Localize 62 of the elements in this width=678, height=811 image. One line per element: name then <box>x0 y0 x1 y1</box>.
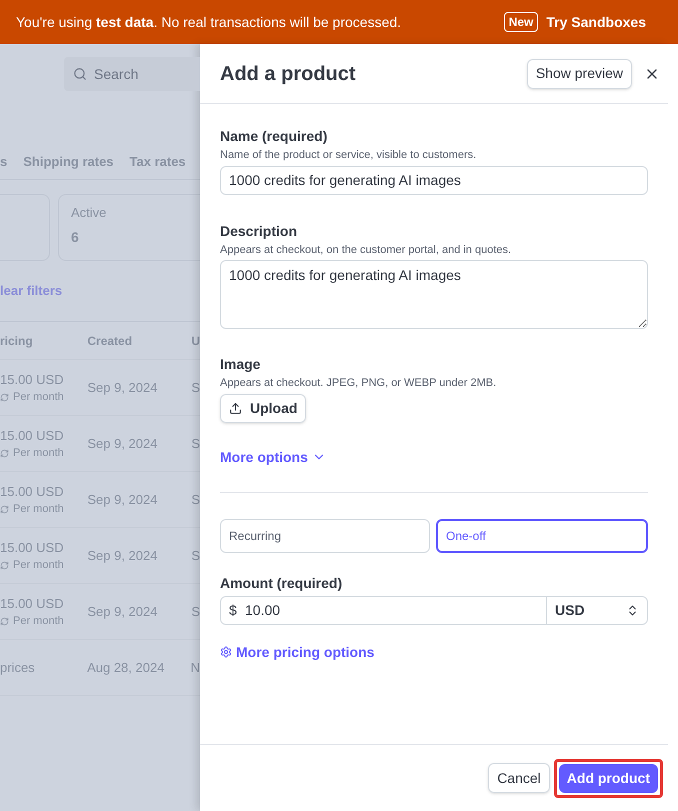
field-label: Image <box>220 355 262 374</box>
column-header: ricing <box>0 332 34 350</box>
date-cell-text: Sep 9, 2024 <box>87 490 158 509</box>
date-cell-text: Sep 9, 2024 <box>87 378 158 397</box>
table-cell-text: S <box>191 546 200 565</box>
interval-cell-text: Per month <box>13 390 64 405</box>
recurring-icon <box>0 504 9 514</box>
currency-select[interactable]: USD <box>546 596 647 624</box>
gear-icon <box>220 646 232 658</box>
field-hint: Appears at checkout, on the customer portal, and in quotes. <box>220 242 512 258</box>
date-cell-text: Sep 9, 2024 <box>87 602 158 621</box>
search-field[interactable]: Search <box>64 57 200 91</box>
recurring-icon <box>0 392 9 402</box>
field-label: Description <box>220 222 298 241</box>
interval-cell-text: Per month <box>13 502 64 517</box>
price-cell-text: 15.00 USD <box>0 594 65 612</box>
table-cell-text: S <box>191 378 200 397</box>
show-preview-button[interactable]: Show preview <box>526 58 632 88</box>
new-badge: New <box>504 12 538 32</box>
upload-icon <box>229 402 242 414</box>
description-text-area[interactable]: 1000 credits for generating AI images <box>220 260 648 329</box>
recurring-icon <box>0 560 9 570</box>
more-options-link[interactable]: More options <box>220 446 326 468</box>
interval-cell-text: Per month <box>13 614 64 629</box>
card-count: 6 <box>71 228 80 246</box>
pricing-type-option[interactable]: One-off <box>436 518 648 552</box>
price-cell-text: 15.00 USD <box>0 482 65 500</box>
field-label: Name (required) <box>220 127 328 146</box>
cancel-button[interactable]: Cancel <box>488 763 550 793</box>
table-cell-text: S <box>191 602 200 621</box>
upload-button[interactable]: Upload <box>220 394 306 422</box>
add-product-button[interactable]: Add product <box>558 764 658 792</box>
banner-message: You're using test data. No real transactions will be processed. <box>16 12 402 32</box>
date-cell-text: Aug 28, 2024 <box>87 658 166 677</box>
field-label: Amount (required) <box>220 574 344 593</box>
currency-symbol: $ <box>228 600 238 620</box>
table-cell-text: S <box>191 490 200 509</box>
field-hint: Appears at checkout. JPEG, PNG, or WEBP under 2MB. <box>220 376 498 391</box>
pricing-type-option[interactable]: Recurring <box>220 518 430 552</box>
field-hint: Name of the product or service, visible to customers. <box>220 148 478 163</box>
table-cell-text: S <box>191 434 200 453</box>
recurring-icon <box>0 448 9 458</box>
price-cell-text: prices <box>0 658 36 677</box>
amount-value: 10.00 <box>245 600 282 620</box>
interval-cell-text: Per month <box>13 558 64 573</box>
panel-title: Add a product <box>220 62 356 86</box>
table-cell-text: N <box>190 658 200 677</box>
price-cell-text: 15.00 USD <box>0 426 65 444</box>
amount-input-field[interactable]: $ 10.00 USD <box>220 596 648 624</box>
search-icon <box>73 67 87 81</box>
date-cell-text: Sep 9, 2024 <box>87 434 158 453</box>
date-cell-text: Sep 9, 2024 <box>87 546 158 565</box>
recurring-icon <box>0 616 9 626</box>
price-cell-text: 15.00 USD <box>0 370 65 388</box>
more-pricing-options-link[interactable]: More pricing options <box>220 642 374 662</box>
try-sandboxes-link[interactable]: Try Sandboxes <box>546 12 646 32</box>
price-cell-text: 15.00 USD <box>0 538 65 556</box>
interval-cell-text: Per month <box>13 446 64 461</box>
column-header: Created <box>87 332 134 350</box>
card-label: Active <box>71 204 108 222</box>
name-input-field[interactable]: 1000 credits for generating AI images <box>220 166 648 194</box>
column-header: U <box>191 332 200 350</box>
